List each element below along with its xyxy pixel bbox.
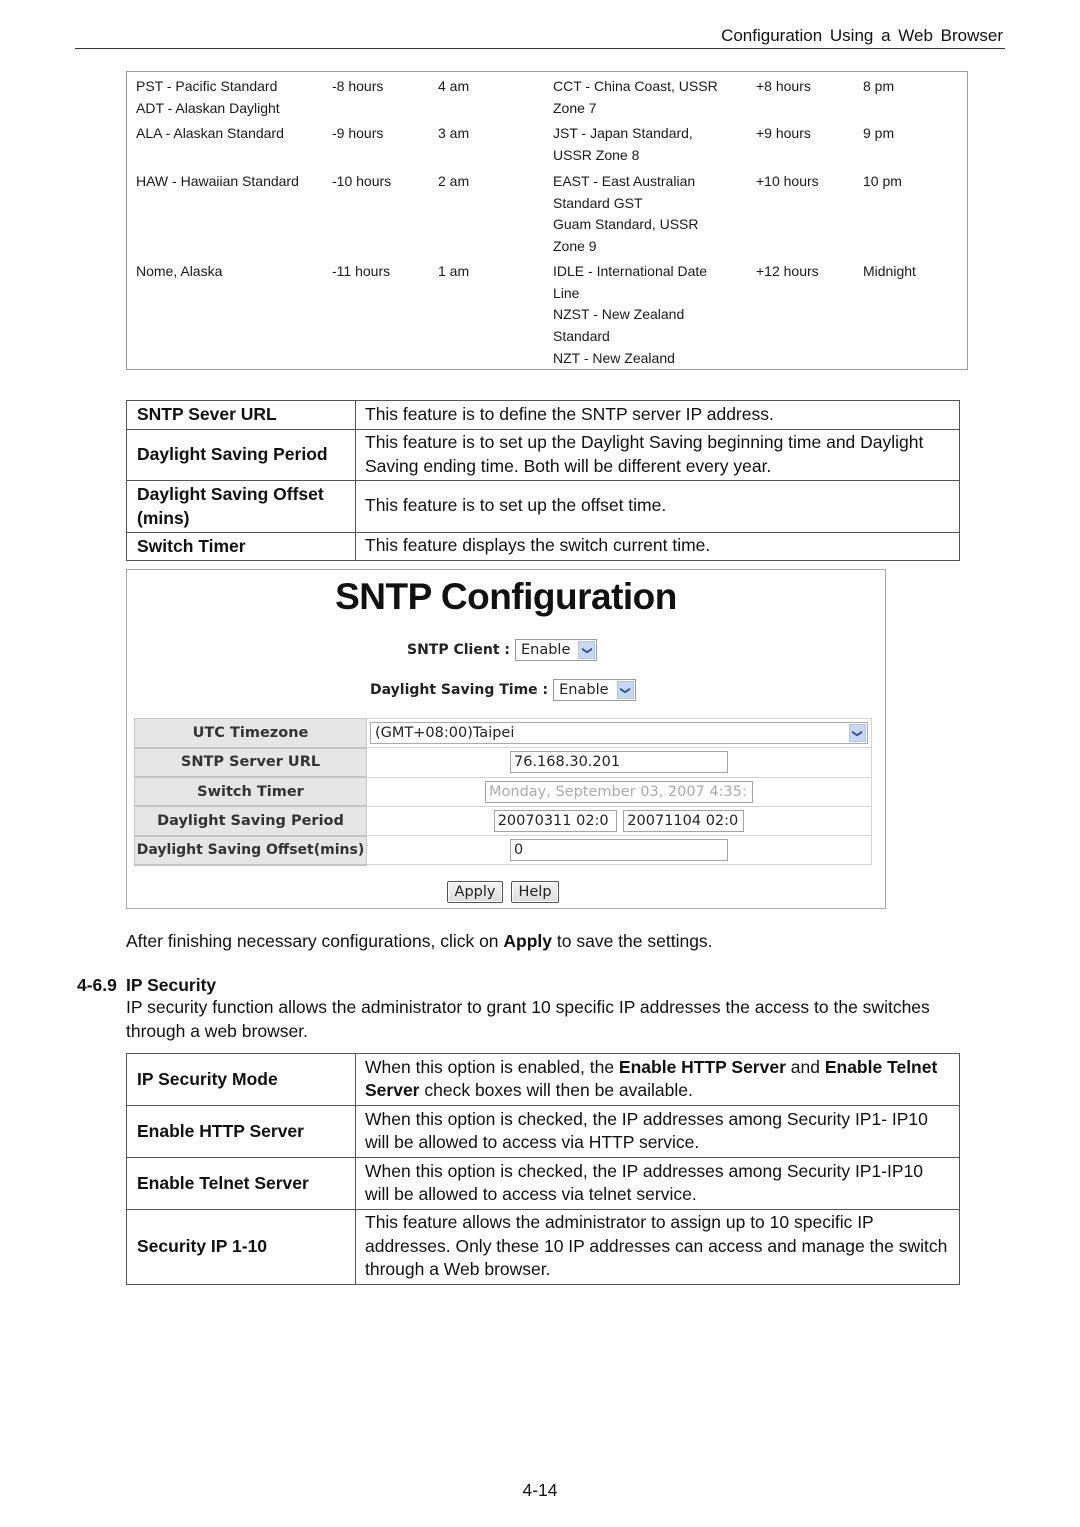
page-number: 4-14 [522, 1480, 558, 1500]
zone-west: HAW - Hawaiian Standard [136, 173, 299, 189]
daylight-saving-time-select[interactable]: Enable ❯ [553, 679, 636, 701]
zone-east: EAST - East Australian Standard GST Guam S… [553, 173, 699, 255]
feature-description: This feature is to set up the offset tim… [355, 480, 960, 533]
time-west: 2 am [438, 173, 470, 189]
time-east: 8 pm [863, 78, 895, 94]
table-row: Switch Timer This feature displays the s… [126, 532, 960, 561]
running-header: Configuration Using a Web Browser [75, 26, 1005, 49]
time-west: 4 am [438, 78, 470, 94]
timezone-table: PST - Pacific Standard ADT - Alaskan Dayl… [126, 71, 968, 370]
feature-name: Security IP 1-10 [126, 1209, 356, 1285]
table-row: Daylight Saving Period This feature is t… [126, 429, 960, 481]
zone-west: ALA - Alaskan Standard [136, 125, 284, 141]
instruction-text-end: to save the settings. [552, 931, 713, 951]
chevron-down-icon[interactable]: ❯ [578, 641, 596, 659]
utc-timezone-label: UTC Timezone [134, 717, 367, 749]
desc-text: and [785, 1056, 825, 1077]
offset-east: +12 hours [756, 263, 819, 279]
instruction-bold-apply: Apply [503, 931, 553, 951]
sntp-client-label: SNTP Client : [407, 642, 510, 658]
config-row-sntp-server-url: SNTP Server URL 76.168.30.201 [134, 747, 872, 779]
sntp-client-select[interactable]: Enable ❯ [514, 639, 598, 661]
feature-name: SNTP Sever URL [126, 400, 356, 430]
daylight-saving-time-field: Daylight Saving Time : Enable ❯ [370, 679, 636, 701]
sntp-server-url-label: SNTP Server URL [134, 747, 367, 779]
instruction-text: After finishing necessary configurations… [126, 931, 504, 951]
offset-west: -8 hours [332, 78, 384, 94]
chevron-down-icon[interactable]: ❯ [849, 724, 866, 743]
config-row-utc-timezone: UTC Timezone (GMT+08:00)Taipei ❯ [134, 717, 872, 749]
table-row: Daylight Saving Offset (mins) This featu… [126, 480, 960, 533]
offset-east: +10 hours [756, 173, 819, 189]
utc-timezone-value: (GMT+08:00)Taipei [375, 725, 515, 742]
sntp-client-value: Enable [520, 642, 571, 658]
offset-east: +8 hours [756, 78, 811, 94]
table-row: Security IP 1-10 This feature allows the… [126, 1209, 960, 1285]
zone-east: IDLE - International Date Line NZST - New … [553, 263, 708, 366]
utc-timezone-select[interactable]: (GMT+08:00)Taipei ❯ [370, 722, 868, 745]
offset-west: -10 hours [332, 173, 392, 189]
feature-description: This feature displays the switch current… [355, 532, 960, 561]
offset-west: -9 hours [332, 125, 384, 141]
ip-security-feature-table: IP Security Mode When this option is ena… [126, 1053, 960, 1285]
time-west: 3 am [438, 125, 470, 141]
daylight-saving-offset-label: Daylight Saving Offset(mins) [134, 835, 367, 866]
config-row-daylight-saving-period: Daylight Saving Period 20070311 02:0 200… [134, 805, 872, 837]
table-row: Enable HTTP Server When this option is c… [126, 1105, 960, 1158]
feature-name: IP Security Mode [126, 1053, 356, 1106]
config-row-daylight-saving-offset: Daylight Saving Offset(mins) 0 [134, 835, 872, 866]
sntp-config-title: SNTP Configuration [335, 576, 677, 617]
config-row-switch-timer: Switch Timer Monday, September 03, 2007 … [134, 776, 872, 808]
sntp-config-grid: UTC Timezone (GMT+08:00)Taipei ❯ SNTP Se… [134, 717, 872, 866]
switch-timer-label: Switch Timer [134, 776, 367, 808]
sntp-server-url-input[interactable]: 76.168.30.201 [510, 751, 728, 774]
desc-text: check boxes will then be available. [419, 1080, 693, 1100]
table-row: IP Security Mode When this option is ena… [126, 1053, 960, 1106]
feature-description: When this option is checked, the IP addr… [355, 1105, 960, 1158]
offset-east: +9 hours [756, 125, 811, 141]
daylight-saving-end-input[interactable]: 20071104 02:0 [623, 810, 745, 833]
desc-bold: Enable HTTP Server [618, 1056, 786, 1077]
feature-description: When this option is enabled, the Enable … [355, 1053, 960, 1106]
feature-name: Switch Timer [126, 532, 356, 561]
daylight-saving-time-label: Daylight Saving Time : [370, 682, 549, 698]
help-button[interactable]: Help [511, 881, 559, 903]
feature-name: Daylight Saving Offset (mins) [126, 480, 356, 533]
offset-west: -11 hours [332, 263, 391, 279]
daylight-saving-offset-input[interactable]: 0 [510, 839, 728, 862]
section-intro: IP security function allows the administ… [126, 997, 930, 1041]
table-row: Enable Telnet Server When this option is… [126, 1157, 960, 1210]
feature-description: This feature is to define the SNTP serve… [355, 400, 960, 430]
section-heading: 4-6.9 IP Security [77, 975, 216, 996]
daylight-saving-start-input[interactable]: 20070311 02:0 [493, 810, 617, 833]
time-west: 1 am [438, 263, 470, 279]
feature-name: Enable Telnet Server [126, 1157, 356, 1210]
feature-name: Enable HTTP Server [126, 1105, 356, 1158]
table-row: SNTP Sever URL This feature is to define… [126, 400, 960, 430]
zone-west: Nome, Alaska [136, 263, 223, 279]
time-east: Midnight [863, 263, 916, 279]
sntp-configuration-panel: SNTP Configuration SNTP Client : Enable … [126, 569, 886, 909]
daylight-saving-time-value: Enable [559, 682, 609, 698]
sntp-feature-table: SNTP Sever URL This feature is to define… [126, 400, 960, 561]
daylight-saving-period-label: Daylight Saving Period [134, 805, 367, 837]
feature-description: This feature is to set up the Daylight S… [355, 429, 960, 481]
zone-east: JST - Japan Standard, USSR Zone 8 [553, 125, 693, 163]
feature-description: When this option is checked, the IP addr… [355, 1157, 960, 1210]
time-east: 9 pm [863, 125, 895, 141]
chevron-down-icon[interactable]: ❯ [616, 681, 634, 699]
switch-timer-input: Monday, September 03, 2007 4:35: [485, 780, 753, 803]
sntp-client-field: SNTP Client : Enable ❯ [407, 639, 598, 661]
section-title: IP Security [126, 975, 217, 995]
zone-west: PST - Pacific Standard ADT - Alaskan Dayl… [136, 78, 280, 116]
zone-east: CCT - China Coast, USSR Zone 7 [553, 78, 718, 116]
header-title: Configuration Using a Web Browser [721, 26, 1003, 45]
section-number: 4-6.9 [77, 975, 117, 995]
apply-instruction: After finishing necessary configurations… [126, 930, 713, 954]
time-east: 10 pm [863, 173, 902, 189]
feature-description: This feature allows the administrator to… [355, 1209, 960, 1285]
apply-button[interactable]: Apply [447, 881, 503, 903]
feature-name: Daylight Saving Period [126, 429, 356, 481]
desc-text: When this option is enabled, the [365, 1056, 619, 1077]
